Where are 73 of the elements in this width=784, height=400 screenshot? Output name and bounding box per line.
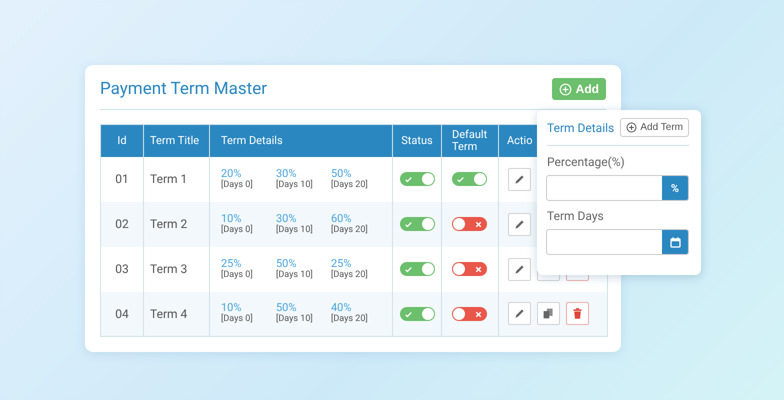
percent-text: 20%	[221, 168, 242, 180]
edit-button[interactable]	[508, 258, 531, 280]
percent-text: 30%	[276, 168, 298, 180]
input-field[interactable]: %	[546, 175, 689, 201]
check-icon	[456, 174, 465, 184]
percent-text: 25%	[331, 258, 352, 270]
plus-circle-icon	[626, 122, 638, 133]
edit-button[interactable]	[508, 168, 531, 190]
edit-button[interactable]	[508, 212, 531, 236]
default-toggle[interactable]	[452, 307, 487, 322]
status-toggle[interactable]	[400, 262, 434, 276]
pencil-icon	[513, 218, 526, 230]
check-icon	[404, 220, 412, 229]
copy-icon	[542, 307, 555, 320]
percent-addon: %	[662, 176, 688, 200]
cross-icon	[474, 310, 483, 319]
days-text: [Days 0]	[221, 224, 254, 236]
field-label: Term Days	[547, 209, 605, 223]
days-text: [Days 10]	[276, 180, 314, 190]
percent-text: 50%	[276, 302, 296, 314]
status-toggle[interactable]	[400, 217, 434, 232]
percent-text: 10%	[221, 212, 242, 224]
check-icon	[404, 174, 412, 184]
column-header: Term Title	[144, 124, 210, 156]
days-text: [Days 0]	[221, 270, 254, 280]
days-text: [Days 10]	[276, 314, 314, 326]
copy-button[interactable]	[537, 302, 560, 326]
edit-button[interactable]	[508, 302, 531, 326]
days-text: [Days 20]	[331, 270, 369, 280]
days-text: [Days 0]	[221, 314, 254, 326]
percent-text: 40%	[331, 302, 352, 314]
default-toggle[interactable]	[452, 262, 487, 276]
table-cell: 04	[100, 292, 144, 336]
status-toggle[interactable]	[400, 172, 434, 186]
column-header: Default Term	[442, 124, 498, 156]
check-icon	[404, 310, 412, 319]
check-icon	[404, 264, 412, 274]
column-header: Id	[100, 124, 144, 156]
table-cell: Term 4	[144, 292, 210, 336]
add-term-button[interactable]: Add Term	[620, 118, 689, 137]
default-toggle[interactable]	[452, 172, 487, 186]
days-text: [Days 10]	[276, 224, 314, 236]
cross-icon	[474, 220, 483, 229]
status-toggle[interactable]	[400, 307, 434, 322]
pencil-icon	[513, 172, 526, 186]
field-label: Percentage(%)	[547, 155, 626, 169]
table-cell: 02	[100, 202, 144, 246]
default-toggle[interactable]	[452, 217, 487, 232]
table-cell: Term 2	[144, 202, 210, 246]
delete-button[interactable]	[566, 302, 589, 326]
add-button[interactable]: Add	[552, 78, 606, 100]
days-text: [Days 20]	[331, 224, 369, 236]
percent-text: 10%	[221, 302, 242, 314]
plus-circle-icon	[558, 82, 572, 96]
trash-icon	[571, 307, 584, 320]
calendar-button[interactable]	[662, 230, 688, 254]
percent-text: 60%	[331, 212, 352, 224]
pencil-icon	[513, 307, 526, 320]
pencil-icon	[513, 262, 526, 276]
days-text: [Days 20]	[331, 180, 369, 190]
cross-icon	[474, 264, 483, 274]
percent-text: 50%	[331, 168, 352, 180]
days-text: [Days 10]	[276, 270, 314, 280]
calendar-icon	[668, 236, 682, 248]
column-header: Status	[392, 124, 442, 156]
input-field[interactable]	[546, 229, 689, 255]
percent-text: 50%	[276, 258, 298, 270]
days-text: [Days 0]	[221, 180, 254, 190]
days-text: [Days 20]	[331, 314, 369, 326]
percent-text: 30%	[276, 212, 298, 224]
percent-text: 25%	[221, 258, 242, 270]
column-header: Term Details	[210, 124, 392, 156]
panel-title: Payment Term Master	[100, 79, 267, 99]
